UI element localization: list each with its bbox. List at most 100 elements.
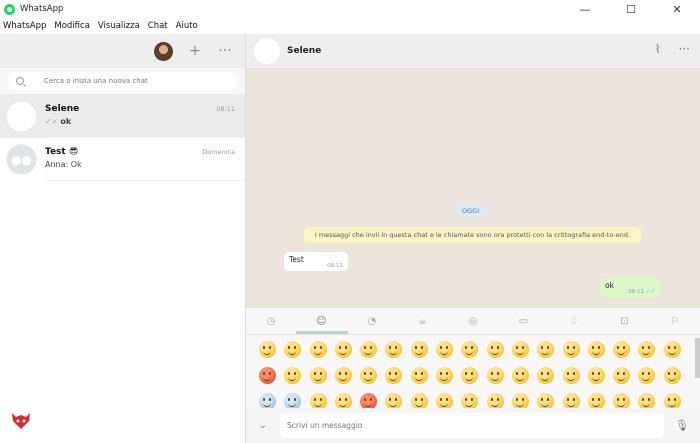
contact-avatar[interactable] xyxy=(254,38,280,64)
date-divider: OGGI xyxy=(456,204,486,218)
search-input[interactable] xyxy=(44,77,214,85)
hive-logo-icon xyxy=(12,413,30,429)
emoji-button[interactable] xyxy=(663,367,681,384)
whatsapp-logo-icon xyxy=(4,3,15,15)
chevron-down-icon[interactable]: ⌄ xyxy=(246,420,280,431)
menu-aiuto[interactable]: Aiuto xyxy=(172,21,202,31)
car-icon[interactable]: ▭ xyxy=(511,316,537,327)
emoji-button[interactable] xyxy=(309,341,327,358)
emoji-button[interactable] xyxy=(259,341,276,358)
emoji-button[interactable] xyxy=(284,367,302,384)
left-header: + ··· xyxy=(0,34,245,68)
emoji-button[interactable] xyxy=(385,341,403,358)
emoji-button[interactable] xyxy=(436,367,454,384)
emoji-button[interactable] xyxy=(638,341,656,358)
chat-time: 08:11 xyxy=(216,105,235,113)
sport-icon[interactable]: ◎ xyxy=(460,316,486,327)
smiley-icon[interactable]: ☺ xyxy=(309,316,335,327)
close-button[interactable]: ✕ xyxy=(654,0,700,18)
menu-dots-icon[interactable]: ··· xyxy=(217,43,233,59)
composer: ⌄ 🎙 xyxy=(246,408,700,443)
contact-avatar xyxy=(6,101,37,132)
emoji-button[interactable] xyxy=(309,367,327,384)
chat-last-message: ✓✓ ok xyxy=(45,117,71,126)
emoji-button[interactable] xyxy=(436,341,454,358)
profile-avatar[interactable] xyxy=(154,41,173,61)
emoji-button[interactable] xyxy=(334,367,352,384)
emoji-button[interactable] xyxy=(613,341,631,358)
emoji-button[interactable] xyxy=(562,367,580,384)
clock-icon[interactable]: ◷ xyxy=(258,316,284,327)
emoji-button[interactable] xyxy=(663,341,681,358)
emoji-button[interactable] xyxy=(587,367,605,384)
emoji-button[interactable] xyxy=(486,341,504,358)
last-message-text: Anna: Ok xyxy=(45,160,82,169)
emoji-button[interactable] xyxy=(562,341,580,358)
microphone-icon[interactable]: 🎙 xyxy=(664,419,700,432)
attach-paperclip-icon[interactable]: ⌇ xyxy=(655,42,661,56)
menu-modifica[interactable]: Modifica xyxy=(50,21,94,31)
emoji-scrollbar[interactable] xyxy=(695,338,700,378)
menu-whatsapp[interactable]: WhatsApp xyxy=(0,21,50,31)
flag-icon[interactable]: ⚐ xyxy=(662,316,688,327)
window-title: WhatsApp xyxy=(20,4,64,14)
message-input[interactable] xyxy=(280,413,664,438)
menu-bar: WhatsApp Modifica Visualizza Chat Aiuto xyxy=(0,18,700,34)
food-icon[interactable]: ☕ xyxy=(410,316,436,327)
chat-time: Domenica xyxy=(202,148,235,156)
emoji-grid xyxy=(256,338,686,416)
message-time: 08:11 ✓✓ xyxy=(628,289,655,295)
maximize-button[interactable]: ☐ xyxy=(608,0,654,18)
message-time: 08:11 xyxy=(327,263,343,269)
emoji-button[interactable] xyxy=(613,367,631,384)
emoji-button[interactable] xyxy=(385,367,403,384)
chat-name: Test 😎 xyxy=(45,147,79,157)
symbol-icon[interactable]: ⊡ xyxy=(612,316,638,327)
read-ticks-icon: ✓✓ xyxy=(45,117,59,126)
active-tab-indicator xyxy=(296,331,348,334)
chat-name: Selene xyxy=(45,104,80,114)
emoji-button[interactable] xyxy=(537,367,555,384)
emoji-button[interactable] xyxy=(360,341,378,358)
emoji-button[interactable] xyxy=(638,367,656,384)
emoji-button[interactable] xyxy=(284,341,302,358)
menu-dots-icon[interactable]: ··· xyxy=(679,42,690,56)
contact-name[interactable]: Selene xyxy=(287,46,321,56)
outgoing-message[interactable]: ok 08:11 ✓✓ xyxy=(600,278,660,297)
emoji-button[interactable] xyxy=(486,367,504,384)
header-actions: ⌇ ··· xyxy=(655,42,690,56)
emoji-button[interactable] xyxy=(410,341,428,358)
new-chat-plus-icon[interactable]: + xyxy=(187,43,203,59)
chat-item-test[interactable]: ●● Test 😎 Domenica Anna: Ok xyxy=(0,138,245,181)
window-controls: — ☐ ✕ xyxy=(562,0,700,18)
emoji-panel: ◷ ☺ ◔ ☕ ◎ ▭ ♢ ⊡ ⚐ xyxy=(246,308,700,410)
minimize-button[interactable]: — xyxy=(562,0,608,18)
encryption-notice: I messaggi che invii in questa chat e le… xyxy=(304,227,641,243)
emoji-button[interactable] xyxy=(461,341,479,358)
title-bar: WhatsApp — ☐ ✕ xyxy=(0,0,700,18)
emoji-button[interactable] xyxy=(587,341,605,358)
read-ticks-icon: ✓✓ xyxy=(645,289,655,295)
chat-item-selene[interactable]: Selene 08:11 ✓✓ ok xyxy=(0,95,245,138)
search-icon xyxy=(16,77,24,85)
bulb-icon[interactable]: ♢ xyxy=(561,316,587,327)
incoming-message[interactable]: Test 08:11 xyxy=(284,252,348,271)
emoji-button[interactable] xyxy=(360,367,378,384)
group-avatar-icon: ●● xyxy=(6,144,37,175)
animal-icon[interactable]: ◔ xyxy=(359,316,385,327)
menu-chat[interactable]: Chat xyxy=(144,21,172,31)
menu-visualizza[interactable]: Visualizza xyxy=(94,21,144,31)
last-message-text: ok xyxy=(60,117,72,126)
emoji-button[interactable] xyxy=(410,367,428,384)
emoji-button[interactable] xyxy=(259,367,276,384)
emoji-button[interactable] xyxy=(334,341,352,358)
emoji-button[interactable] xyxy=(511,367,529,384)
emoji-button[interactable] xyxy=(461,367,479,384)
search-box[interactable] xyxy=(8,72,237,90)
chat-info: Test 😎 Domenica Anna: Ok xyxy=(45,138,245,181)
emoji-button[interactable] xyxy=(511,341,529,358)
emoji-tabs: ◷ ☺ ◔ ☕ ◎ ▭ ♢ ⊡ ⚐ xyxy=(246,308,700,335)
emoji-button[interactable] xyxy=(537,341,555,358)
conversation-panel: Selene ⌇ ··· OGGI I messaggi che invii i… xyxy=(246,34,700,443)
message-text: ok xyxy=(605,281,614,290)
